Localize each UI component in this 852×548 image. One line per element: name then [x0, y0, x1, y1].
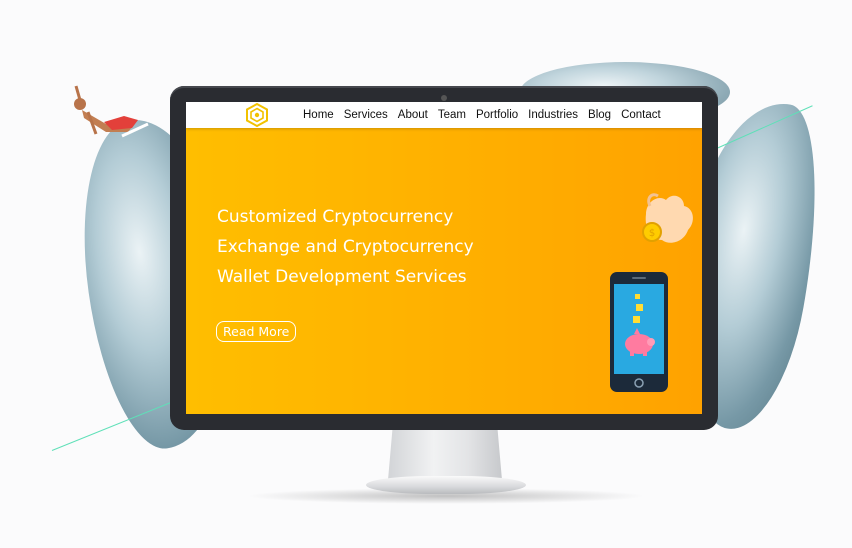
hero-title-line-3: Wallet Development Services: [217, 267, 467, 287]
camera-icon: [441, 95, 447, 101]
svg-text:$: $: [649, 228, 655, 239]
nav-item-contact[interactable]: Contact: [621, 109, 661, 121]
hero-scene: Home Services About Team Portfolio Indus…: [0, 0, 852, 548]
nav-item-home[interactable]: Home: [303, 109, 334, 121]
site-header: Home Services About Team Portfolio Indus…: [186, 102, 702, 128]
monitor-frame: Home Services About Team Portfolio Indus…: [170, 86, 718, 430]
hero-title-line-1: Customized Cryptocurrency: [217, 207, 454, 227]
monitor-stand-neck: [388, 428, 502, 480]
hero-title: Customized Cryptocurrency Exchange and C…: [217, 202, 547, 292]
nav-item-industries[interactable]: Industries: [528, 109, 578, 121]
nav-item-services[interactable]: Services: [344, 109, 388, 121]
nav-item-blog[interactable]: Blog: [588, 109, 611, 121]
website-screen: Home Services About Team Portfolio Indus…: [186, 102, 702, 414]
surfer-image: [74, 85, 149, 138]
hero-title-line-2: Exchange and Cryptocurrency: [217, 237, 474, 257]
hexagon-logo-icon[interactable]: [244, 102, 270, 128]
nav-item-team[interactable]: Team: [438, 109, 466, 121]
main-nav: Home Services About Team Portfolio Indus…: [303, 102, 661, 128]
read-more-button[interactable]: Read More: [216, 321, 297, 342]
nav-item-portfolio[interactable]: Portfolio: [476, 109, 518, 121]
phone-piggy-bank-illustration: $: [610, 193, 693, 392]
nav-item-about[interactable]: About: [398, 109, 428, 121]
monitor-stand-base: [366, 476, 526, 494]
